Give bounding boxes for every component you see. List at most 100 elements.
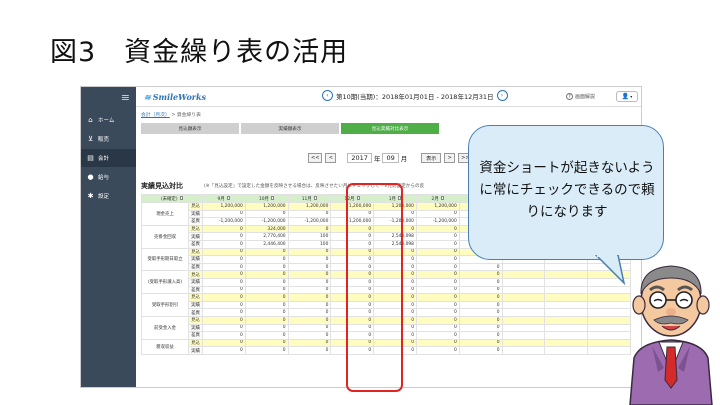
month-checkbox[interactable]	[313, 196, 318, 200]
amount-cell[interactable]: 0	[287, 270, 332, 279]
amount-cell[interactable]: 0	[287, 338, 332, 348]
amount-cell[interactable]: 0	[244, 338, 289, 348]
amount-cell: 0	[287, 262, 332, 272]
amount-cell[interactable]: 0	[458, 270, 503, 279]
amount-cell[interactable]: 0	[415, 338, 460, 348]
chevron-down-icon: ▾	[630, 94, 633, 99]
row-type-label: 実績	[188, 346, 203, 355]
previous-period-button[interactable]: ‹	[322, 90, 333, 101]
amount-cell: 0	[458, 300, 503, 310]
amount-cell: 0	[415, 323, 460, 333]
amount-cell[interactable]: 0	[202, 224, 246, 234]
year-input[interactable]: 2017	[347, 153, 372, 163]
amount-cell[interactable]: 0	[202, 247, 246, 257]
amount-cell: 0	[415, 331, 460, 340]
amount-cell: 0	[287, 285, 332, 295]
amount-cell[interactable]: 0	[202, 315, 246, 325]
amount-cell[interactable]: 0	[287, 293, 332, 302]
amount-cell[interactable]: 0	[458, 315, 503, 325]
sidebar-item-accounting[interactable]: ▤ 会計	[81, 149, 136, 167]
amount-cell[interactable]: 0	[415, 224, 460, 234]
amount-cell[interactable]: 0	[202, 270, 246, 279]
help-link[interactable]: ? 画面解説	[566, 93, 595, 100]
section-title: 実績見込対比	[141, 182, 183, 190]
amount-cell[interactable]: 0	[244, 315, 289, 325]
amount-cell	[544, 331, 589, 340]
next-period-button[interactable]: ›	[496, 90, 508, 101]
amount-cell[interactable]: 0	[202, 293, 246, 302]
slide-title: 図3 資金繰り表の活用	[50, 37, 349, 68]
amount-cell: 0	[415, 300, 460, 310]
amount-cell: -1,200,000	[244, 217, 289, 226]
tab-actual[interactable]: 実績額表示	[241, 123, 339, 134]
amount-cell	[544, 346, 589, 355]
amount-cell[interactable]: 1,200,000	[415, 202, 460, 211]
amount-cell: 0	[244, 285, 289, 295]
next-button[interactable]: >	[444, 153, 456, 163]
row-type-label: 見込	[188, 338, 203, 348]
amount-cell: 0	[244, 323, 289, 333]
user-icon: 👤	[621, 93, 630, 100]
smileworks-logo[interactable]: ≋ SmileWorks	[144, 92, 206, 102]
amount-cell: 0	[415, 239, 460, 249]
amount-cell[interactable]: 0	[244, 247, 289, 257]
amount-cell[interactable]: 0	[287, 247, 332, 257]
first-button[interactable]: <<	[308, 153, 323, 163]
amount-cell: 0	[244, 255, 289, 264]
month-header: 11月	[287, 194, 332, 203]
amount-cell: -1,200,000	[202, 217, 246, 226]
amount-cell	[544, 262, 589, 272]
amount-cell: 0	[202, 277, 246, 287]
month-checkbox[interactable]	[270, 196, 275, 200]
month-checkbox[interactable]	[440, 196, 445, 200]
month-checkbox[interactable]	[226, 196, 231, 200]
amount-cell[interactable]: 0	[244, 270, 289, 279]
amount-cell[interactable]: 0	[415, 315, 460, 325]
cart-icon: ⊻	[87, 135, 94, 143]
amount-cell[interactable]: 324,000	[244, 224, 289, 234]
amount-cell[interactable]: 1,200,000	[244, 202, 289, 211]
amount-cell[interactable]: 1,200,000	[287, 202, 332, 211]
prev-button[interactable]: <	[325, 153, 337, 163]
month-input[interactable]: 09	[382, 153, 399, 163]
year-unit: 年	[373, 155, 381, 163]
row-type-label: 実績	[188, 255, 203, 264]
amount-cell[interactable]: 0	[244, 293, 289, 302]
row-type-label: 差異	[188, 308, 203, 317]
amount-cell[interactable]: 0	[287, 315, 332, 325]
amount-cell: 0	[202, 323, 246, 333]
home-icon: ⌂	[88, 116, 93, 124]
amount-cell[interactable]: 0	[458, 293, 503, 302]
amount-cell[interactable]: 0	[415, 293, 460, 302]
amount-cell[interactable]: 0	[458, 338, 503, 348]
tab-comparison[interactable]: 見込実績対比表示	[341, 123, 439, 134]
sidebar-item-payroll[interactable]: ● 給与	[81, 168, 136, 186]
row-type-label: 見込	[188, 224, 203, 234]
amount-cell: -1,200,000	[287, 217, 332, 226]
amount-cell: 0	[287, 300, 332, 310]
amount-cell[interactable]: 0	[415, 270, 460, 279]
amount-cell[interactable]: 1,200,000	[202, 202, 246, 211]
sidebar-item-sales[interactable]: ⊻ 販売	[81, 130, 136, 148]
amount-cell: 0	[202, 209, 246, 219]
breadcrumb-current: 資金繰り表	[176, 113, 201, 118]
amount-cell: 0	[415, 232, 460, 241]
amount-cell	[544, 270, 589, 279]
breadcrumb-link-accounting[interactable]: 会計（月次）	[141, 113, 170, 118]
tab-forecast[interactable]: 見込額表示	[141, 123, 239, 134]
amount-cell[interactable]: 0	[415, 247, 460, 257]
amount-cell[interactable]: 0	[202, 338, 246, 348]
user-menu-button[interactable]: 👤 ▾	[616, 91, 638, 102]
amount-cell	[501, 262, 546, 272]
top-bar: ≋ SmileWorks ‹ 第10期(当期)：2018年01月01日 - 201…	[136, 87, 641, 107]
menu-icon[interactable]: ≡	[121, 91, 130, 104]
sidebar-item-home[interactable]: ⌂ ホーム	[81, 111, 136, 129]
amount-cell[interactable]: 0	[287, 224, 332, 234]
sidebar-item-settings[interactable]: ✱ 設定	[81, 187, 136, 205]
row-type-label: 差異	[188, 217, 203, 226]
display-button[interactable]: 表示	[421, 153, 442, 163]
sidebar-item-label: 会計	[98, 156, 110, 162]
amount-cell: 2,770,400	[244, 232, 289, 241]
checkbox[interactable]	[179, 196, 184, 200]
row-type-label: 実績	[188, 232, 203, 241]
